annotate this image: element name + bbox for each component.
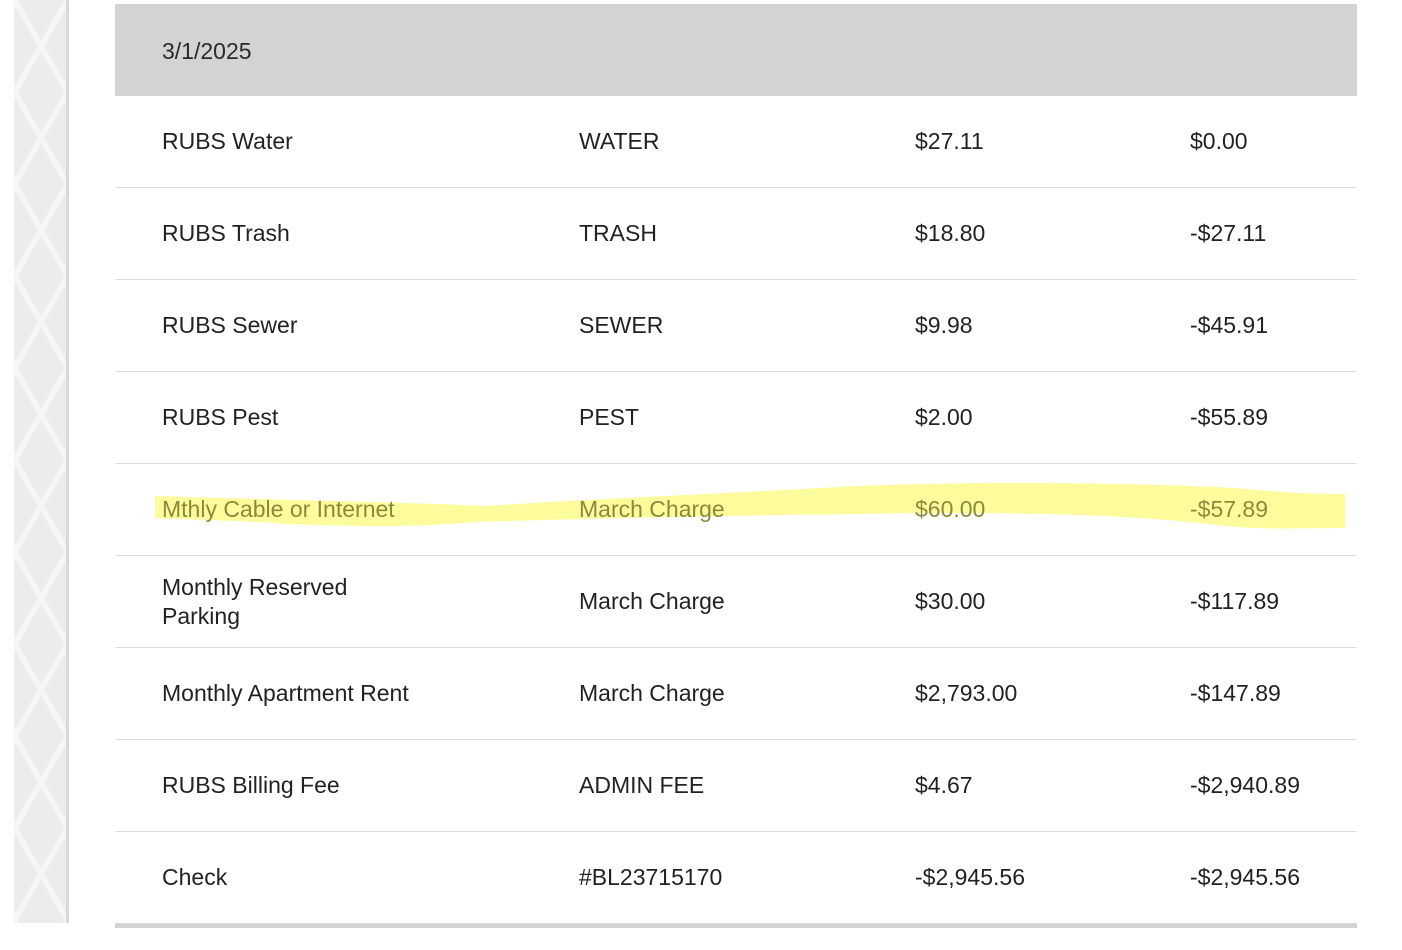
balance-cell: -$45.91 xyxy=(1190,312,1269,338)
table-row-highlighted: Mthly Cable or Internet March Charge $60… xyxy=(115,464,1357,556)
amount-cell: -$2,945.56 xyxy=(915,864,1025,890)
amount-cell: $2.00 xyxy=(915,404,973,430)
description-cell: RUBS Pest xyxy=(162,404,279,430)
description-cell: RUBS Water xyxy=(162,128,293,154)
description-cell: RUBS Billing Fee xyxy=(162,772,340,798)
sidebar-pattern xyxy=(14,0,68,923)
table-row: RUBS Pest PEST $2.00 -$55.89 xyxy=(115,372,1357,464)
table-row: RUBS Sewer SEWER $9.98 -$45.91 xyxy=(115,280,1357,372)
group-date: 3/1/2025 xyxy=(162,38,252,64)
balance-cell: -$147.89 xyxy=(1190,680,1281,706)
type-cell: TRASH xyxy=(579,220,657,246)
amount-cell: $4.67 xyxy=(915,772,973,798)
balance-cell: -$57.89 xyxy=(1190,496,1269,522)
table-row: Check #BL23715170 -$2,945.56 -$2,945.56 xyxy=(115,832,1357,924)
balance-cell: -$55.89 xyxy=(1190,404,1269,430)
type-cell: March Charge xyxy=(579,496,725,522)
type-cell: SEWER xyxy=(579,312,664,338)
balance-cell: -$2,940.89 xyxy=(1190,772,1300,798)
table-row: RUBS Billing Fee ADMIN FEE $4.67 -$2,940… xyxy=(115,740,1357,832)
sidebar-edge xyxy=(66,0,69,923)
description-cell: RUBS Sewer xyxy=(162,312,298,338)
description-cell: Monthly Reserved Parking xyxy=(162,573,348,629)
amount-cell: $2,793.00 xyxy=(915,680,1018,706)
table-row: Monthly Apartment Rent March Charge $2,7… xyxy=(115,648,1357,740)
amount-cell: $30.00 xyxy=(915,588,986,614)
description-cell: Mthly Cable or Internet xyxy=(162,496,395,522)
description-cell: Monthly Apartment Rent xyxy=(162,680,409,706)
description-cell: RUBS Trash xyxy=(162,220,290,246)
balance-cell: -$27.11 xyxy=(1190,220,1267,246)
type-cell: ADMIN FEE xyxy=(579,772,705,798)
balance-cell: $0.00 xyxy=(1190,128,1248,154)
date-group-header: 3/1/2025 xyxy=(115,4,1357,96)
description-cell: Check xyxy=(162,864,228,890)
balance-cell: -$2,945.56 xyxy=(1190,864,1300,890)
amount-cell: $60.00 xyxy=(915,496,986,522)
table-row: RUBS Water WATER $27.11 $0.00 xyxy=(115,96,1357,188)
type-cell: March Charge xyxy=(579,588,725,614)
table-row: Monthly Reserved Parking March Charge $3… xyxy=(115,556,1357,648)
table-row: RUBS Trash TRASH $18.80 -$27.11 xyxy=(115,188,1357,280)
type-cell: #BL23715170 xyxy=(579,864,723,890)
type-cell: WATER xyxy=(579,128,660,154)
amount-cell: $9.98 xyxy=(915,312,973,338)
balance-cell: -$117.89 xyxy=(1190,588,1280,614)
amount-cell: $18.80 xyxy=(915,220,986,246)
type-cell: PEST xyxy=(579,404,640,430)
ledger-table: 3/1/2025 RUBS Water WATER $27.11 $0.00 R… xyxy=(115,4,1357,928)
type-cell: March Charge xyxy=(579,680,725,706)
table-bottom-border xyxy=(115,924,1357,928)
amount-cell: $27.11 xyxy=(915,128,984,154)
